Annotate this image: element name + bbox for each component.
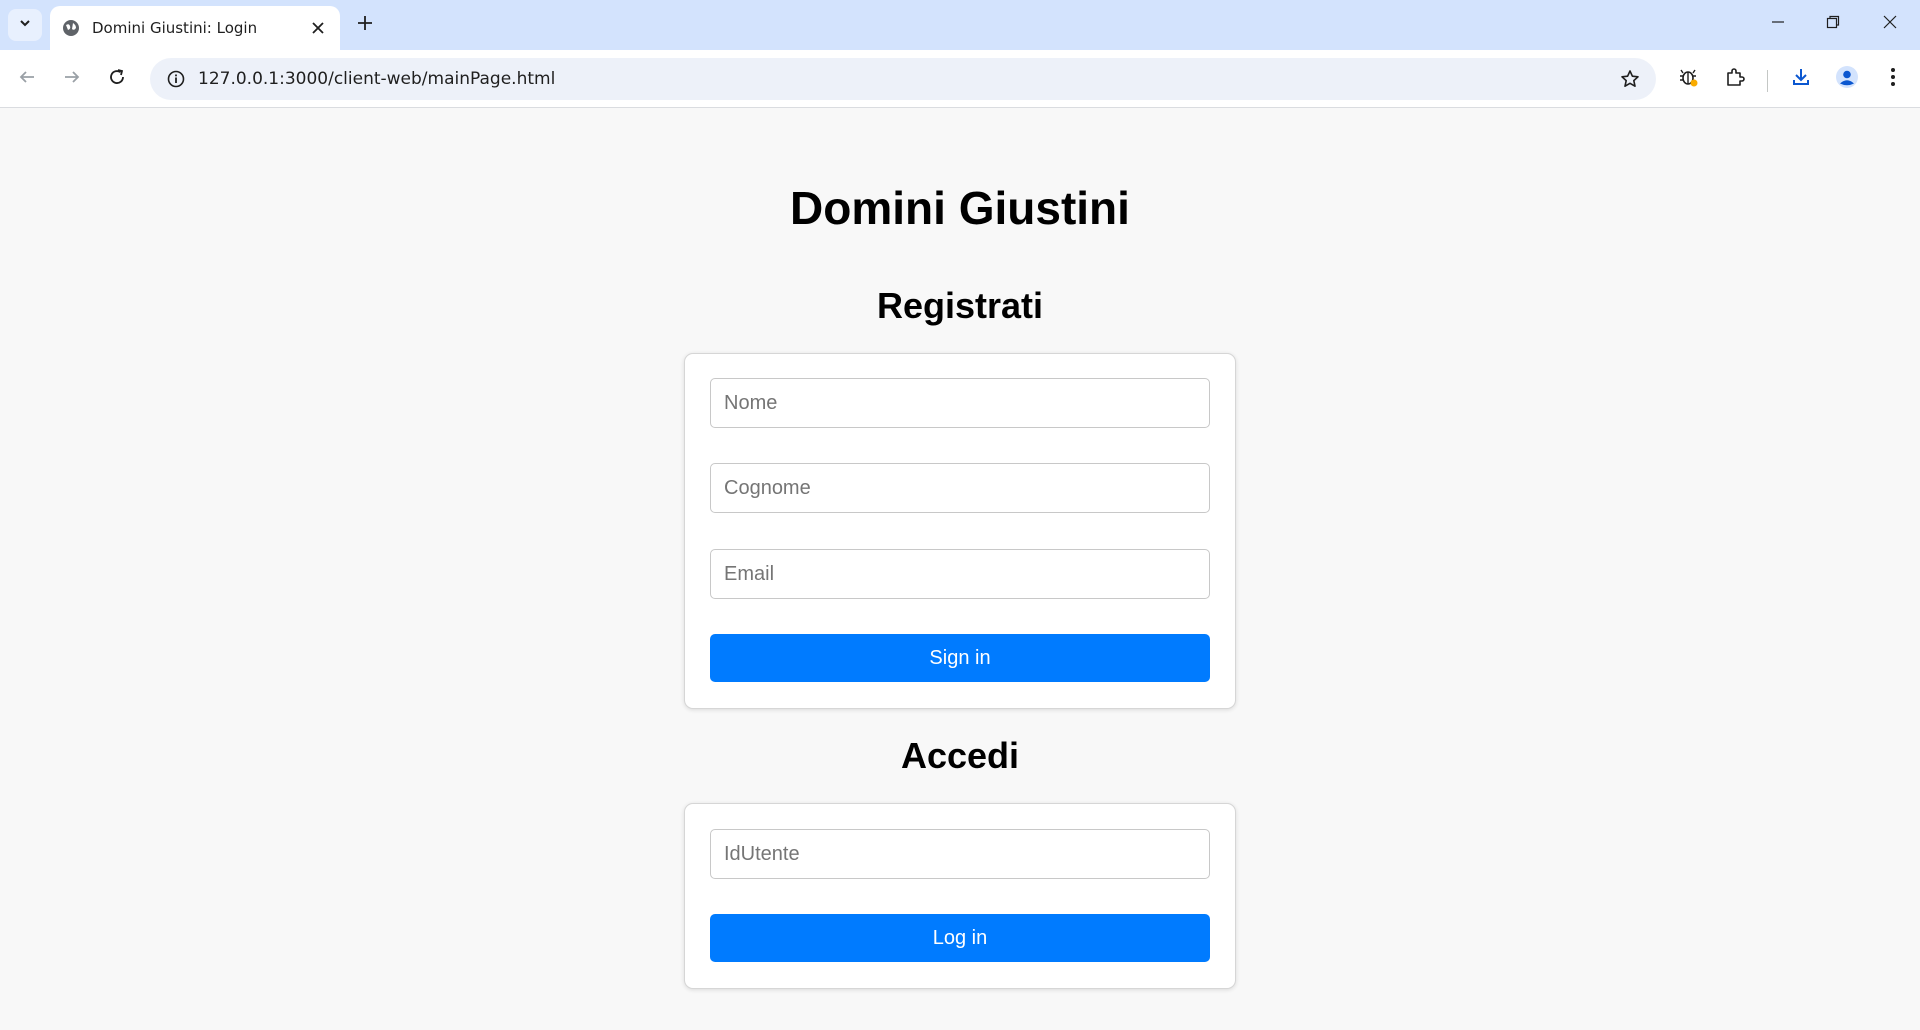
tab-title: Domini Giustini: Login xyxy=(92,19,258,37)
minimize-button[interactable] xyxy=(1758,8,1798,40)
forward-button[interactable] xyxy=(55,62,89,96)
restore-icon xyxy=(1826,15,1840,34)
log-in-button[interactable]: Log in xyxy=(710,914,1210,962)
puzzle-icon xyxy=(1724,66,1746,93)
avatar-icon xyxy=(1835,65,1859,94)
email-input[interactable] xyxy=(710,549,1210,599)
bookmark-star-icon[interactable] xyxy=(1618,67,1642,91)
page-title: Domini Giustini xyxy=(790,182,1130,234)
login-form: Log in xyxy=(684,803,1236,989)
active-tab[interactable]: Domini Giustini: Login xyxy=(50,6,340,50)
download-icon xyxy=(1790,66,1812,93)
extensions-button[interactable] xyxy=(1718,62,1752,96)
plus-icon xyxy=(357,15,373,36)
tab-strip: Domini Giustini: Login xyxy=(0,0,1920,50)
restore-button[interactable] xyxy=(1813,8,1853,40)
register-form: Sign in xyxy=(684,353,1236,709)
bug-icon xyxy=(1678,66,1700,93)
site-info-icon[interactable] xyxy=(164,67,188,91)
close-window-button[interactable] xyxy=(1870,8,1910,40)
back-button[interactable] xyxy=(10,62,44,96)
profile-button[interactable] xyxy=(1830,62,1864,96)
kebab-menu-icon xyxy=(1890,67,1896,92)
page-content: Domini Giustini Registrati Sign in Acced… xyxy=(0,109,1920,1030)
extension-bug-button[interactable] xyxy=(1672,62,1706,96)
globe-icon xyxy=(62,19,80,37)
browser-toolbar: 127.0.0.1:3000/client-web/mainPage.html xyxy=(0,50,1920,108)
minimize-icon xyxy=(1771,15,1785,34)
close-icon xyxy=(1883,15,1897,34)
reload-button[interactable] xyxy=(100,62,134,96)
close-tab-icon[interactable] xyxy=(308,18,328,38)
new-tab-button[interactable] xyxy=(352,12,378,38)
tab-search-button[interactable] xyxy=(8,9,42,41)
login-heading: Accedi xyxy=(900,735,1020,776)
surname-input[interactable] xyxy=(710,463,1210,513)
menu-button[interactable] xyxy=(1876,62,1910,96)
toolbar-separator xyxy=(1767,70,1768,92)
chevron-down-icon xyxy=(18,16,32,35)
arrow-left-icon xyxy=(18,68,36,91)
url-text[interactable]: 127.0.0.1:3000/client-web/mainPage.html xyxy=(198,69,555,89)
arrow-right-icon xyxy=(63,68,81,91)
sign-in-button[interactable]: Sign in xyxy=(710,634,1210,682)
register-heading: Registrati xyxy=(876,285,1044,326)
userid-input[interactable] xyxy=(710,829,1210,879)
name-input[interactable] xyxy=(710,378,1210,428)
address-bar[interactable]: 127.0.0.1:3000/client-web/mainPage.html xyxy=(150,58,1656,100)
downloads-button[interactable] xyxy=(1784,62,1818,96)
reload-icon xyxy=(108,68,126,91)
